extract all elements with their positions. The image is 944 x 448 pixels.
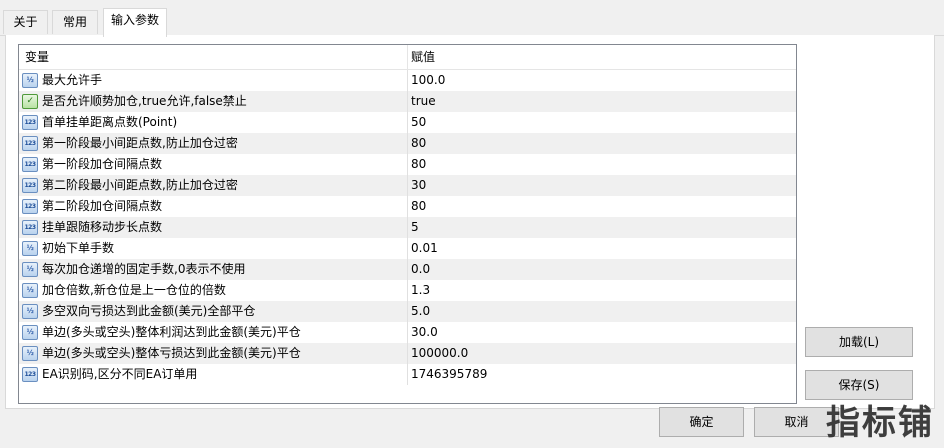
tab-inputs[interactable]: 输入参数: [103, 8, 167, 37]
parameter-value[interactable]: 5: [411, 217, 791, 238]
header-value[interactable]: 赋值: [408, 45, 796, 70]
parameter-value[interactable]: 30: [411, 175, 791, 196]
table-row[interactable]: ½ 每次加仓递增的固定手数,0表示不使用 0.0: [19, 259, 796, 280]
table-row[interactable]: ½ 最大允许手 100.0: [19, 70, 796, 91]
double-type-icon: ½: [22, 325, 38, 340]
parameter-value[interactable]: true: [411, 91, 791, 112]
column-divider: [407, 259, 408, 280]
parameter-name: 每次加仓递增的固定手数,0表示不使用: [42, 262, 246, 276]
parameter-name: 第一阶段最小间距点数,防止加仓过密: [42, 136, 238, 150]
parameter-name: 第一阶段加仓间隔点数: [42, 157, 163, 171]
column-divider: [407, 364, 408, 385]
int-type-icon: 123: [22, 157, 38, 172]
ok-button[interactable]: 确定: [659, 407, 744, 437]
load-button[interactable]: 加载(L): [805, 327, 913, 357]
column-divider: [407, 280, 408, 301]
parameter-value[interactable]: 0.01: [411, 238, 791, 259]
double-type-icon: ½: [22, 283, 38, 298]
parameter-value[interactable]: 1746395789: [411, 364, 791, 385]
column-divider: [407, 175, 408, 196]
column-divider: [407, 343, 408, 364]
parameter-name: 首单挂单距离点数(Point): [42, 115, 178, 129]
column-divider: [407, 112, 408, 133]
double-type-icon: ½: [22, 241, 38, 256]
parameter-name: 多空双向亏损达到此金额(美元)全部平仓: [42, 304, 256, 318]
parameter-name: 挂单跟随移动步长点数: [42, 220, 163, 234]
table-row[interactable]: 123 EA识别码,区分不同EA订单用 1746395789: [19, 364, 796, 385]
table-row[interactable]: 123 第一阶段加仓间隔点数 80: [19, 154, 796, 175]
tab-about[interactable]: 关于: [3, 10, 48, 34]
column-divider: [407, 154, 408, 175]
double-type-icon: ½: [22, 304, 38, 319]
parameters-table: 变量 赋值 ½ 最大允许手 100.0 ✓ 是否允许顺势加仓,true允许,false禁…: [18, 44, 797, 404]
table-row[interactable]: ½ 初始下单手数 0.01: [19, 238, 796, 259]
parameter-value[interactable]: 100000.0: [411, 343, 791, 364]
column-divider: [407, 322, 408, 343]
parameter-value[interactable]: 80: [411, 133, 791, 154]
parameter-name: 最大允许手: [42, 73, 103, 87]
parameter-value[interactable]: 1.3: [411, 280, 791, 301]
parameter-value[interactable]: 5.0: [411, 301, 791, 322]
double-type-icon: ½: [22, 262, 38, 277]
parameter-value[interactable]: 0.0: [411, 259, 791, 280]
column-divider: [407, 133, 408, 154]
parameter-name: 单边(多头或空头)整体利润达到此金额(美元)平仓: [42, 325, 301, 339]
parameter-name: 第二阶段最小间距点数,防止加仓过密: [42, 178, 238, 192]
table-row[interactable]: ½ 单边(多头或空头)整体亏损达到此金额(美元)平仓 100000.0: [19, 343, 796, 364]
table-row[interactable]: 123 第二阶段加仓间隔点数 80: [19, 196, 796, 217]
parameter-name: 单边(多头或空头)整体亏损达到此金额(美元)平仓: [42, 346, 301, 360]
parameter-name: 第二阶段加仓间隔点数: [42, 199, 163, 213]
column-divider: [407, 196, 408, 217]
header-variable[interactable]: 变量: [19, 45, 408, 70]
tab-bar: 关于 常用 输入参数: [0, 0, 944, 37]
table-row[interactable]: ½ 单边(多头或空头)整体利润达到此金额(美元)平仓 30.0: [19, 322, 796, 343]
parameter-value[interactable]: 100.0: [411, 70, 791, 91]
tab-common[interactable]: 常用: [52, 10, 98, 34]
table-row[interactable]: 123 第二阶段最小间距点数,防止加仓过密 30: [19, 175, 796, 196]
parameter-value[interactable]: 80: [411, 154, 791, 175]
table-row[interactable]: 123 第一阶段最小间距点数,防止加仓过密 80: [19, 133, 796, 154]
parameter-name: 初始下单手数: [42, 241, 115, 255]
parameter-name: 是否允许顺势加仓,true允许,false禁止: [42, 94, 247, 108]
table-row[interactable]: ½ 多空双向亏损达到此金额(美元)全部平仓 5.0: [19, 301, 796, 322]
table-row[interactable]: 123 挂单跟随移动步长点数 5: [19, 217, 796, 238]
int-type-icon: 123: [22, 220, 38, 235]
int-type-icon: 123: [22, 178, 38, 193]
int-type-icon: 123: [22, 136, 38, 151]
table-row[interactable]: ½ 加仓倍数,新仓位是上一仓位的倍数 1.3: [19, 280, 796, 301]
column-divider: [407, 70, 408, 91]
parameter-name: 加仓倍数,新仓位是上一仓位的倍数: [42, 283, 226, 297]
table-header: 变量 赋值: [19, 45, 796, 70]
double-type-icon: ½: [22, 73, 38, 88]
column-divider: [407, 301, 408, 322]
table-row[interactable]: ✓ 是否允许顺势加仓,true允许,false禁止 true: [19, 91, 796, 112]
int-type-icon: 123: [22, 115, 38, 130]
int-type-icon: 123: [22, 199, 38, 214]
table-row[interactable]: 123 首单挂单距离点数(Point) 50: [19, 112, 796, 133]
int-type-icon: 123: [22, 367, 38, 382]
column-divider: [407, 238, 408, 259]
parameter-value[interactable]: 50: [411, 112, 791, 133]
column-divider: [407, 91, 408, 112]
bool-type-icon: ✓: [22, 94, 38, 109]
parameter-name: EA识别码,区分不同EA订单用: [42, 367, 198, 381]
parameter-value[interactable]: 30.0: [411, 322, 791, 343]
double-type-icon: ½: [22, 346, 38, 361]
column-divider: [407, 217, 408, 238]
parameter-value[interactable]: 80: [411, 196, 791, 217]
watermark-logo: 指标铺: [826, 403, 934, 443]
